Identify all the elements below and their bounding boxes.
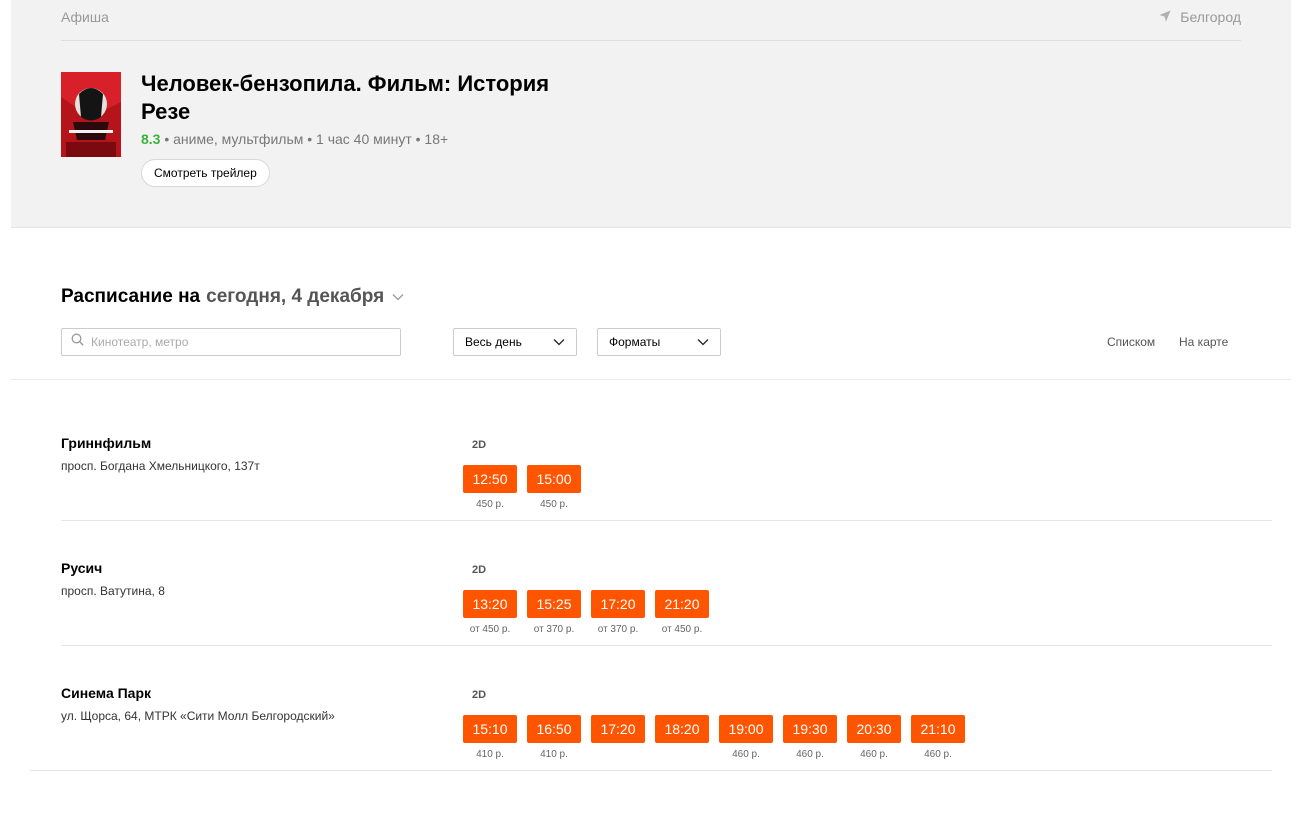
session: 20:30 460 р. [847, 715, 901, 761]
session: 18:20 [655, 715, 709, 761]
watch-trailer-button[interactable]: Смотреть трейлер [141, 159, 270, 187]
format-label: 2D [472, 439, 487, 451]
session-time-button[interactable]: 17:20 [591, 590, 645, 618]
chevron-down-icon [553, 339, 565, 346]
session-time-button[interactable]: 19:00 [719, 715, 773, 743]
session-price: от 450 р. [469, 624, 511, 635]
top-bar: Афиша Белгород [61, 0, 1241, 41]
cinema-row: Гриннфильм просп. Богдана Хмельницкого, … [61, 396, 1272, 521]
cinema-address: просп. Ватутина, 8 [61, 584, 165, 598]
session-price: от 450 р. [661, 624, 703, 635]
movie-poster[interactable] [61, 72, 121, 157]
session: 21:10 460 р. [911, 715, 965, 761]
session-time-button[interactable]: 21:20 [655, 590, 709, 618]
session: 17:20 [591, 715, 645, 761]
session-price: 450 р. [540, 499, 568, 510]
session-time-button[interactable]: 20:30 [847, 715, 901, 743]
brand-link[interactable]: Афиша [61, 9, 109, 25]
session-price: 460 р. [796, 749, 824, 760]
format-select[interactable]: Форматы [597, 328, 721, 356]
session-price: 460 р. [860, 749, 888, 760]
session: 12:50 450 р. [463, 465, 517, 511]
cinema-name[interactable]: Гриннфильм [61, 435, 151, 451]
format-label: 2D [472, 689, 487, 701]
session-price: от 370 р. [533, 624, 575, 635]
view-on-map-link[interactable]: На карте [1179, 335, 1228, 349]
session: 19:30 460 р. [783, 715, 837, 761]
session-price: 450 р. [476, 499, 504, 510]
session-time-button[interactable]: 15:00 [527, 465, 581, 493]
divider [11, 379, 1291, 380]
session: 17:20 от 370 р. [591, 590, 645, 636]
session-time-button[interactable]: 16:50 [527, 715, 581, 743]
session-price: 460 р. [924, 749, 952, 760]
time-of-day-value: Весь день [465, 335, 522, 349]
session: 15:10 410 р. [463, 715, 517, 761]
chevron-down-icon [697, 339, 709, 346]
movie-rating: 8.3 [141, 131, 161, 147]
search-input[interactable] [91, 335, 391, 349]
session-time-button[interactable]: 13:20 [463, 590, 517, 618]
city-label: Белгород [1180, 9, 1241, 25]
session-price: 410 р. [540, 749, 568, 760]
cinema-row: Синема Парк ул. Щорса, 64, МТРК «Сити Мо… [30, 646, 1272, 771]
cinema-address: ул. Щорса, 64, МТРК «Сити Молл Белгородс… [61, 709, 335, 723]
session-price: 410 р. [476, 749, 504, 760]
session: 21:20 от 450 р. [655, 590, 709, 636]
movie-meta: 8.3 • аниме, мультфильм • 1 час 40 минут… [141, 131, 448, 147]
session: 16:50 410 р. [527, 715, 581, 761]
session-time-button[interactable]: 19:30 [783, 715, 837, 743]
view-as-list-link[interactable]: Списком [1107, 335, 1155, 349]
session-list: 15:10 410 р. 16:50 410 р. 17:20 18:20 19… [463, 715, 965, 761]
cinema-row: Русич просп. Ватутина, 8 2D 13:20 от 450… [61, 521, 1272, 646]
session-time-button[interactable]: 21:10 [911, 715, 965, 743]
session-time-button[interactable]: 15:10 [463, 715, 517, 743]
session: 13:20 от 450 р. [463, 590, 517, 636]
format-value: Форматы [609, 335, 661, 349]
format-label: 2D [472, 564, 487, 576]
session-price: 460 р. [732, 749, 760, 760]
cinema-address: просп. Богдана Хмельницкого, 137т [61, 459, 260, 473]
session: 15:00 450 р. [527, 465, 581, 511]
city-selector[interactable]: Белгород [1159, 9, 1241, 25]
cinema-name[interactable]: Русич [61, 560, 102, 576]
chevron-down-icon[interactable] [392, 293, 404, 301]
movie-title: Человек-бензопила. Фильм: История Резе [141, 71, 550, 124]
session-time-button[interactable]: 12:50 [463, 465, 517, 493]
divider [30, 770, 1272, 771]
schedule-heading: Расписание на сегодня, 4 декабря [61, 286, 404, 308]
cinema-search[interactable] [61, 328, 401, 356]
session-time-button[interactable]: 17:20 [591, 715, 645, 743]
search-icon [71, 333, 84, 351]
session-time-button[interactable]: 18:20 [655, 715, 709, 743]
cinema-name[interactable]: Синема Парк [61, 685, 151, 701]
session-price: от 370 р. [597, 624, 639, 635]
session-list: 12:50 450 р. 15:00 450 р. [463, 465, 581, 511]
location-arrow-icon [1159, 9, 1171, 25]
session-list: 13:20 от 450 р. 15:25 от 370 р. 17:20 от… [463, 590, 709, 636]
schedule-title: Расписание на [61, 286, 201, 307]
session-time-button[interactable]: 15:25 [527, 590, 581, 618]
time-of-day-select[interactable]: Весь день [453, 328, 577, 356]
session: 19:00 460 р. [719, 715, 773, 761]
schedule-date-selector[interactable]: сегодня, 4 декабря [206, 286, 384, 308]
movie-meta-details: • аниме, мультфильм • 1 час 40 минут • 1… [160, 131, 449, 147]
session: 15:25 от 370 р. [527, 590, 581, 636]
